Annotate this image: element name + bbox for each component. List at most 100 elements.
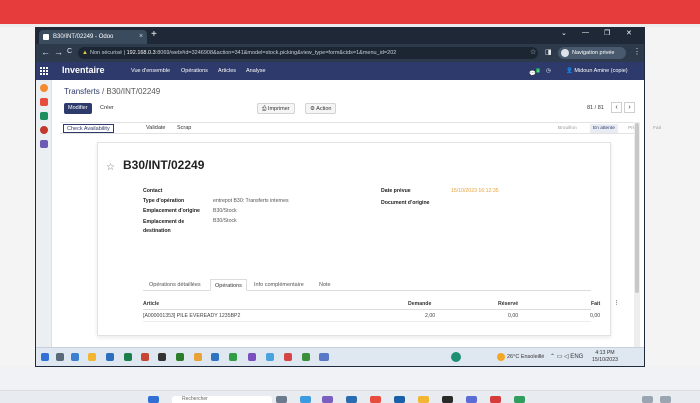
app-icon-crimson[interactable]	[284, 353, 292, 361]
tab-info-complementaire[interactable]: Info complémentaire	[250, 279, 308, 291]
menu-operations[interactable]: Opérations	[181, 68, 208, 74]
tab-close-icon[interactable]: ×	[139, 30, 143, 44]
column-header-article[interactable]: Article	[143, 301, 159, 307]
windows-start-icon[interactable]	[41, 353, 49, 361]
table-row-divider	[143, 321, 591, 322]
weather-widget[interactable]: 26°C Ensoleillé	[497, 353, 544, 361]
menu-articles[interactable]: Articles	[218, 68, 236, 74]
desktop-app-icon-6[interactable]	[418, 396, 429, 403]
app-icon-purple[interactable]	[248, 353, 256, 361]
private-browsing-badge[interactable]: Navigation privée	[558, 47, 626, 59]
bookmark-star-icon[interactable]: ☆	[530, 48, 536, 56]
activity-clock-icon[interactable]: ◷	[546, 68, 551, 74]
scheduled-date-value[interactable]: 15/10/2023 16:12:35	[451, 188, 499, 194]
print-button[interactable]: ⎙ Imprimer	[257, 103, 295, 114]
browser-tab[interactable]: B30/INT/02249 - Odoo ×	[39, 30, 147, 44]
column-header-fait[interactable]: Fait	[591, 301, 600, 307]
user-menu[interactable]: 👤 Midoun Amine (copie)	[566, 68, 628, 74]
app-icon-red[interactable]	[141, 353, 149, 361]
desktop-app-icon-10[interactable]	[514, 396, 525, 403]
minimize-button[interactable]: —	[582, 29, 589, 36]
operation-type-value[interactable]: entrepot B30: Transferts internes	[213, 198, 289, 204]
apps-grid-icon[interactable]	[40, 67, 48, 75]
file-explorer-icon[interactable]	[88, 353, 96, 361]
row-reserve-cell[interactable]: 0,00	[508, 313, 518, 319]
row-demande-cell[interactable]: 2,00	[425, 313, 435, 319]
maximize-button[interactable]: ❐	[604, 29, 610, 37]
scrap-button[interactable]: Scrap	[177, 124, 191, 133]
desktop-app-icon-5[interactable]	[394, 396, 405, 403]
task-view-icon[interactable]	[71, 353, 79, 361]
source-location-value[interactable]: B30/Stock	[213, 208, 237, 214]
check-availability-button[interactable]: Check Availability	[63, 124, 114, 133]
discuss-app-icon[interactable]	[40, 84, 48, 92]
tab-search-icon[interactable]: ⌄	[561, 29, 567, 37]
favorite-star-icon[interactable]: ☆	[106, 162, 115, 173]
menu-analyse[interactable]: Analyse	[246, 68, 266, 74]
edge-icon[interactable]	[106, 353, 114, 361]
back-button[interactable]: ←	[41, 47, 50, 57]
pager-next-button[interactable]: ›	[624, 102, 635, 113]
chrome-icon[interactable]	[266, 353, 274, 361]
desktop-task-icon[interactable]	[276, 396, 287, 403]
new-tab-button[interactable]: +	[151, 29, 157, 40]
desktop-app-icon-7[interactable]	[442, 396, 453, 403]
validate-button[interactable]: Validate	[146, 124, 165, 133]
desktop-search-box[interactable]: Rechercher	[172, 396, 272, 403]
row-article-cell[interactable]: [A000001353] PILE EVEREADY 1235BP2	[143, 313, 240, 319]
app-icon-blue[interactable]	[211, 353, 219, 361]
pager-previous-button[interactable]: ‹	[611, 102, 622, 113]
desktop-start-icon[interactable]	[148, 396, 159, 403]
destination-location-value[interactable]: B30/Stock	[213, 218, 237, 224]
app-icon-green[interactable]	[176, 353, 184, 361]
search-icon[interactable]	[56, 353, 64, 361]
breadcrumb-parent[interactable]: Transferts	[64, 87, 100, 96]
desktop-tray-icon-1[interactable]	[642, 396, 653, 403]
stage-fait[interactable]: Fait	[653, 124, 661, 133]
column-header-demande[interactable]: Demande	[408, 301, 431, 307]
app-icon-orange[interactable]	[194, 353, 202, 361]
app-icon-dark[interactable]	[158, 353, 166, 361]
tab-operations-detaillees[interactable]: Opérations détaillées	[145, 279, 205, 291]
browser-menu-icon[interactable]: ⋮	[633, 47, 641, 56]
action-button[interactable]: ⚙ Action	[305, 103, 337, 114]
scrollbar-thumb[interactable]	[635, 123, 639, 293]
menu-vue-ensemble[interactable]: Vue d'ensemble	[131, 68, 170, 74]
active-browser-icon[interactable]	[319, 353, 329, 361]
edit-button[interactable]: Modifier	[64, 103, 92, 114]
tab-operations[interactable]: Opérations	[210, 279, 247, 291]
system-tray[interactable]: ⌃ ▭ ◁ ENG	[550, 353, 583, 360]
tab-note[interactable]: Note	[315, 279, 335, 291]
desktop-app-icon-9[interactable]	[490, 396, 501, 403]
contact-label: Contact	[143, 188, 163, 194]
stage-brouillon[interactable]: Brouillon	[558, 124, 577, 133]
app-title[interactable]: Inventaire	[62, 65, 105, 75]
desktop-app-icon-4[interactable]	[370, 396, 381, 403]
address-bar[interactable]: ▲ Non sécurisé | 192.168.0.3:8069/web#id…	[78, 47, 538, 59]
app-icon-forest[interactable]	[302, 353, 310, 361]
create-button[interactable]: Créer	[96, 103, 118, 114]
row-fait-cell[interactable]: 0,00	[590, 313, 600, 319]
stage-en-attente[interactable]: En attente	[590, 124, 618, 133]
taskbar-clock[interactable]: 4:13 PM 15/10/2023	[592, 350, 618, 364]
forward-button[interactable]: →	[54, 47, 63, 57]
reload-button[interactable]: C	[67, 48, 72, 55]
column-options-icon[interactable]: ⋮	[614, 300, 619, 306]
sales-app-icon[interactable]	[40, 126, 48, 134]
employees-app-icon[interactable]	[40, 140, 48, 148]
excel-icon[interactable]	[124, 353, 132, 361]
desktop-tray-icon-2[interactable]	[660, 396, 671, 403]
desktop-app-icon-8[interactable]	[466, 396, 477, 403]
desktop-app-icon-1[interactable]	[300, 396, 311, 403]
app-icon-teal[interactable]	[229, 353, 237, 361]
chat-icon[interactable]: 💬1	[529, 68, 541, 77]
close-window-button[interactable]: ✕	[626, 29, 632, 37]
pager-value[interactable]: 81 / 81	[587, 105, 604, 111]
column-header-reserve[interactable]: Réservé	[498, 301, 518, 307]
side-panel-icon[interactable]: ◨	[545, 48, 552, 56]
contacts-app-icon[interactable]	[40, 112, 48, 120]
desktop-app-icon-3[interactable]	[346, 396, 357, 403]
desktop-app-icon-2[interactable]	[322, 396, 333, 403]
whatsapp-icon[interactable]	[451, 352, 461, 362]
crm-app-icon[interactable]	[40, 98, 48, 106]
